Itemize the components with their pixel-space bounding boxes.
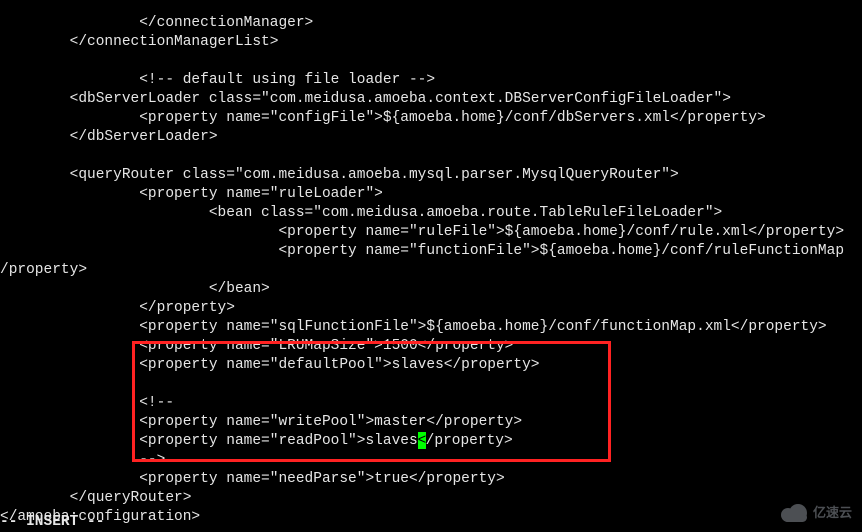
xml-config-code[interactable]: </connectionManager> </connectionManager…: [0, 0, 862, 527]
code-line: <property name="configFile">${amoeba.hom…: [0, 110, 766, 126]
code-line: <property name="needParse">true</propert…: [0, 471, 505, 487]
code-line: <property name="ruleFile">${amoeba.home}…: [0, 224, 844, 240]
code-line: </connectionManagerList>: [0, 34, 278, 50]
code-line: <bean class="com.meidusa.amoeba.route.Ta…: [0, 205, 722, 221]
code-line: /property>: [0, 262, 87, 278]
code-line: <dbServerLoader class="com.meidusa.amoeb…: [0, 91, 731, 107]
code-line: <!--: [0, 395, 174, 411]
watermark-text: 亿速云: [813, 503, 852, 522]
watermark: 亿速云: [781, 503, 852, 522]
code-line: <property name="defaultPool">slaves</pro…: [0, 357, 540, 373]
code-line: </connectionManager>: [0, 15, 313, 31]
code-line: </dbServerLoader>: [0, 129, 218, 145]
code-line: </queryRouter>: [0, 490, 191, 506]
code-line: <property name="readPool">slaves</proper…: [0, 433, 513, 449]
code-line: <property name="functionFile">${amoeba.h…: [0, 243, 844, 259]
code-line: <property name="writePool">master</prope…: [0, 414, 522, 430]
vim-mode-indicator: -- INSERT --: [0, 513, 104, 532]
code-line: -->: [0, 452, 165, 468]
code-line: </property>: [0, 300, 235, 316]
text-cursor: <: [418, 432, 426, 449]
cloud-icon: [781, 504, 809, 522]
code-line: </bean>: [0, 281, 270, 297]
code-line: <property name="sqlFunctionFile">${amoeb…: [0, 319, 827, 335]
code-line: <property name="LRUMapSize">1500</proper…: [0, 338, 513, 354]
code-line: <!-- default using file loader -->: [0, 72, 435, 88]
code-line: <queryRouter class="com.meidusa.amoeba.m…: [0, 167, 679, 183]
code-line: <property name="ruleLoader">: [0, 186, 383, 202]
